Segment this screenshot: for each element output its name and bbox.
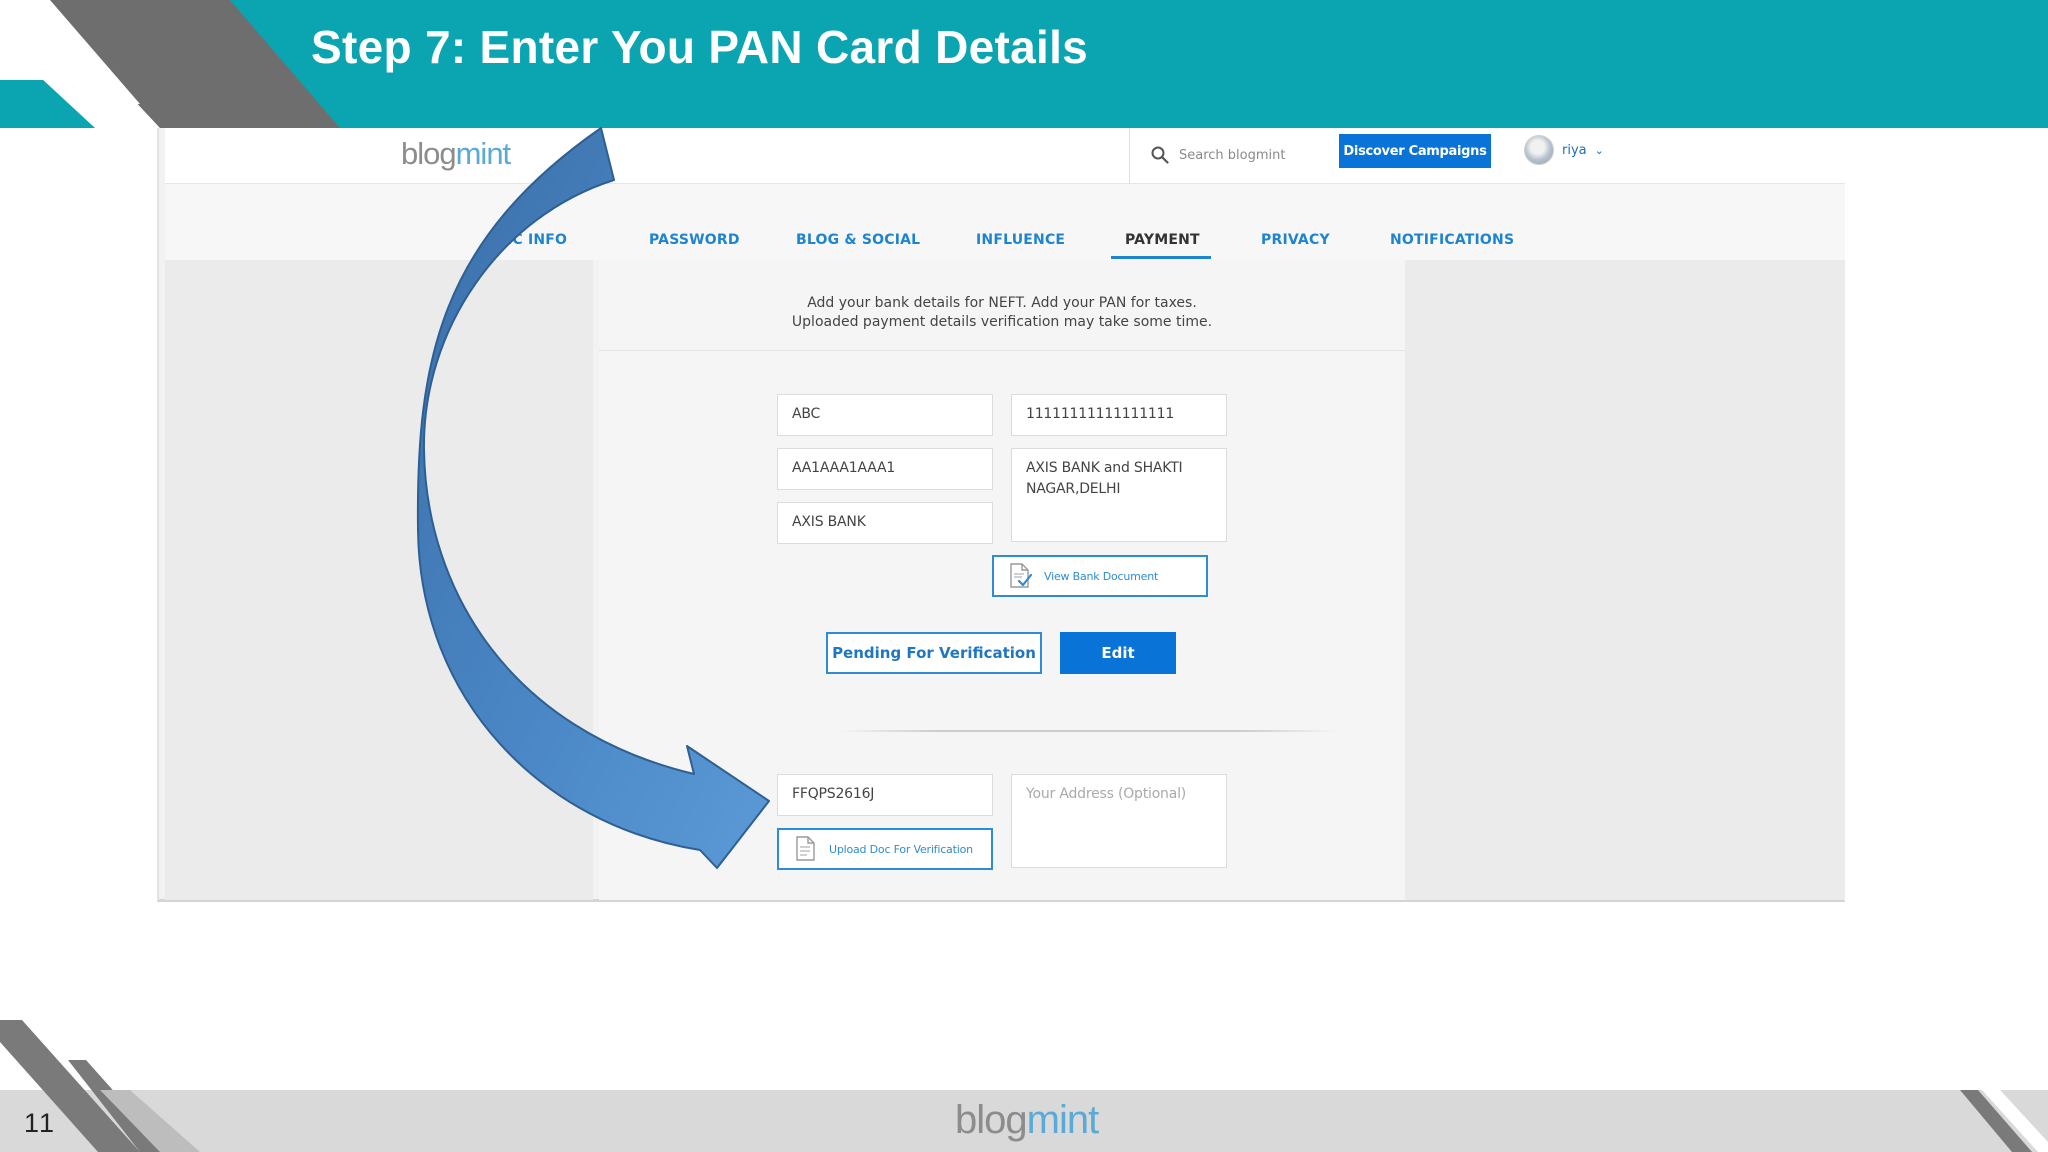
left-gutter (165, 260, 593, 900)
view-bank-document-label: View Bank Document (1044, 569, 1159, 583)
account-name-field[interactable]: ABC (777, 394, 993, 436)
chevron-down-icon: ⌄ (1594, 144, 1604, 157)
user-menu[interactable]: riya ⌄ (1524, 135, 1604, 165)
user-name: riya (1562, 142, 1587, 158)
tab-notifications[interactable]: NOTIFICATIONS (1390, 232, 1514, 248)
edit-button[interactable]: Edit (1060, 632, 1176, 674)
intro-line-2: Uploaded payment details verification ma… (791, 314, 1213, 330)
upload-doc-button[interactable]: Upload Doc For Verification (777, 828, 993, 870)
tab-blog-social[interactable]: BLOG & SOCIAL (796, 232, 920, 248)
pan-address-field[interactable]: Your Address (Optional) (1011, 774, 1227, 868)
account-number-field[interactable]: 11111111111111111 (1011, 394, 1227, 436)
tab-privacy[interactable]: PRIVACY (1261, 232, 1330, 248)
view-bank-document-button[interactable]: View Bank Document (992, 555, 1208, 597)
header-decoration (0, 0, 340, 128)
payment-intro: Add your bank details for NEFT. Add your… (599, 294, 1405, 332)
section-divider (839, 730, 1339, 732)
search-placeholder: Search blogmint (1179, 147, 1286, 163)
tab-password[interactable]: PASSWORD (649, 232, 740, 248)
document-check-icon (1010, 563, 1032, 588)
search-icon (1151, 146, 1169, 164)
intro-divider (599, 350, 1405, 351)
document-icon (796, 836, 815, 861)
upload-doc-label: Upload Doc For Verification (829, 842, 973, 856)
bank-name-field[interactable]: AXIS BANK (777, 502, 993, 544)
app-topbar: blogmint Search blogmint Discover Campai… (165, 128, 1845, 184)
search-input[interactable]: Search blogmint (1151, 140, 1311, 170)
bank-address-field[interactable]: AXIS BANK and SHAKTI NAGAR,DELHI (1011, 448, 1227, 542)
topbar-divider (1129, 128, 1130, 184)
discover-campaigns-button[interactable]: Discover Campaigns (1339, 134, 1491, 168)
footer-decoration-right (1960, 1090, 2048, 1152)
pan-number-field[interactable]: FFQPS2616J (777, 774, 993, 816)
active-tab-indicator (1111, 256, 1211, 259)
intro-line-1: Add your bank details for NEFT. Add your… (807, 295, 1197, 311)
blogmint-logo[interactable]: blogmint (401, 136, 511, 172)
tab-payment[interactable]: PAYMENT (1125, 232, 1200, 248)
tab-influence[interactable]: INFLUENCE (976, 232, 1065, 248)
ifsc-field[interactable]: AA1AAA1AAA1 (777, 448, 993, 490)
right-gutter (1405, 260, 1845, 900)
pending-verification-button[interactable]: Pending For Verification (826, 632, 1042, 674)
app-screenshot: blogmint Search blogmint Discover Campai… (157, 128, 1845, 902)
settings-nav (165, 184, 1845, 260)
slide-title: Step 7: Enter You PAN Card Details (311, 21, 1089, 73)
avatar (1524, 135, 1554, 165)
footer-logo: blogmint (955, 1098, 1099, 1142)
slide-header: Step 7: Enter You PAN Card Details (0, 0, 2048, 128)
page-number: 11 (24, 1108, 57, 1138)
tab-basic-info[interactable]: IC INFO (507, 232, 567, 248)
